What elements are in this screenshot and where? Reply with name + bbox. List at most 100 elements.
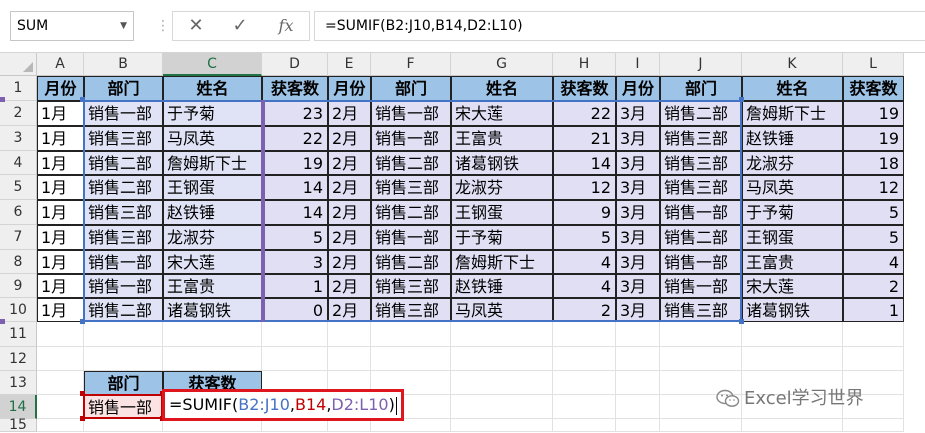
cell-l12[interactable] xyxy=(843,347,904,371)
row-header-15[interactable]: 15 xyxy=(0,418,37,432)
cell-h8[interactable]: 4 xyxy=(553,250,616,274)
cell-i2[interactable]: 3月 xyxy=(616,101,660,126)
cell-h1[interactable]: 获客数 xyxy=(553,76,616,101)
cell-g4[interactable]: 诸葛钢铁 xyxy=(451,151,553,175)
column-header-f[interactable]: F xyxy=(371,53,451,76)
column-header-j[interactable]: J xyxy=(660,53,742,76)
cell-i6[interactable]: 3月 xyxy=(616,200,660,225)
cell-c9[interactable]: 王富贵 xyxy=(163,274,262,298)
cell-c8[interactable]: 宋大莲 xyxy=(163,250,262,274)
cell-g10[interactable]: 马凤英 xyxy=(451,298,553,322)
cell-f7[interactable]: 销售一部 xyxy=(371,225,451,250)
cell-e8[interactable]: 2月 xyxy=(328,250,371,274)
cell-c11[interactable] xyxy=(163,322,262,347)
cell-j5[interactable]: 销售三部 xyxy=(660,175,742,200)
cell-k9[interactable]: 宋大莲 xyxy=(742,274,843,298)
cell-e11[interactable] xyxy=(328,322,371,347)
chevron-down-icon[interactable]: ▼ xyxy=(120,12,127,40)
cell-e9[interactable]: 2月 xyxy=(328,274,371,298)
cell-e7[interactable]: 2月 xyxy=(328,225,371,250)
cell-c7[interactable]: 龙淑芬 xyxy=(163,225,262,250)
cell-a6[interactable]: 1月 xyxy=(37,200,84,225)
cell-l8[interactable]: 4 xyxy=(843,250,904,274)
row-header-11[interactable]: 11 xyxy=(0,322,37,347)
cell-i13[interactable] xyxy=(616,371,660,395)
cell-b12[interactable] xyxy=(84,347,163,371)
cell-e12[interactable] xyxy=(328,347,371,371)
cell-i7[interactable]: 3月 xyxy=(616,225,660,250)
row-header-7[interactable]: 7 xyxy=(0,225,37,250)
cell-k7[interactable]: 王钢蛋 xyxy=(742,225,843,250)
cell-g13[interactable] xyxy=(451,371,553,395)
cell-c12[interactable] xyxy=(163,347,262,371)
row-header-6[interactable]: 6 xyxy=(0,200,37,225)
insert-function-icon[interactable]: fx xyxy=(271,14,301,38)
cell-e10[interactable]: 2月 xyxy=(328,298,371,322)
cell-e1[interactable]: 月份 xyxy=(328,76,371,101)
cancel-icon[interactable]: ✕ xyxy=(181,14,211,38)
cell-a10[interactable]: 1月 xyxy=(37,298,84,322)
cell-a7[interactable]: 1月 xyxy=(37,225,84,250)
cell-d6[interactable]: 14 xyxy=(262,200,328,225)
cell-j8[interactable]: 销售一部 xyxy=(660,250,742,274)
cell-a8[interactable]: 1月 xyxy=(37,250,84,274)
row-header-3[interactable]: 3 xyxy=(0,126,37,151)
row-header-9[interactable]: 9 xyxy=(0,274,37,298)
cell-e3[interactable]: 2月 xyxy=(328,126,371,151)
cell-i5[interactable]: 3月 xyxy=(616,175,660,200)
cell-i3[interactable]: 3月 xyxy=(616,126,660,151)
cell-g15[interactable] xyxy=(451,419,553,432)
cell-b6[interactable]: 销售三部 xyxy=(84,200,163,225)
cell-h10[interactable]: 2 xyxy=(553,298,616,322)
row-header-13[interactable]: 13 xyxy=(0,371,37,395)
column-header-h[interactable]: H xyxy=(553,53,616,76)
cell-l9[interactable]: 2 xyxy=(843,274,904,298)
cell-b13[interactable]: 部门 xyxy=(84,371,163,395)
cell-b5[interactable]: 销售二部 xyxy=(84,175,163,200)
cell-e4[interactable]: 2月 xyxy=(328,151,371,175)
cell-a2[interactable]: 1月 xyxy=(37,101,84,126)
cell-c5[interactable]: 王钢蛋 xyxy=(163,175,262,200)
cell-j3[interactable]: 销售三部 xyxy=(660,126,742,151)
cell-k4[interactable]: 龙淑芬 xyxy=(742,151,843,175)
cell-h6[interactable]: 9 xyxy=(553,200,616,225)
cell-a3[interactable]: 1月 xyxy=(37,126,84,151)
cell-h13[interactable] xyxy=(553,371,616,395)
cell-b3[interactable]: 销售三部 xyxy=(84,126,163,151)
cell-i14[interactable] xyxy=(616,395,660,419)
cell-f6[interactable]: 销售二部 xyxy=(371,200,451,225)
cell-g2[interactable]: 宋大莲 xyxy=(451,101,553,126)
range-handle[interactable] xyxy=(80,391,85,396)
cell-k15[interactable] xyxy=(742,419,843,432)
cell-h4[interactable]: 14 xyxy=(553,151,616,175)
cell-d5[interactable]: 14 xyxy=(262,175,328,200)
row-header-1[interactable]: 1 xyxy=(0,76,37,101)
cell-b1[interactable]: 部门 xyxy=(84,76,163,101)
cell-a1[interactable]: 月份 xyxy=(37,76,84,101)
cell-d10[interactable]: 0 xyxy=(262,298,328,322)
cell-k3[interactable]: 赵铁锤 xyxy=(742,126,843,151)
column-header-l[interactable]: L xyxy=(843,53,904,76)
cell-c1[interactable]: 姓名 xyxy=(163,76,262,101)
cell-b10[interactable]: 销售二部 xyxy=(84,298,163,322)
cell-j2[interactable]: 销售二部 xyxy=(660,101,742,126)
cell-b8[interactable]: 销售一部 xyxy=(84,250,163,274)
cell-l1[interactable]: 获客数 xyxy=(843,76,904,101)
cell-j9[interactable]: 销售一部 xyxy=(660,274,742,298)
cell-a5[interactable]: 1月 xyxy=(37,175,84,200)
cell-k1[interactable]: 姓名 xyxy=(742,76,843,101)
column-header-d[interactable]: D xyxy=(262,53,328,76)
cell-a15[interactable] xyxy=(37,419,84,432)
cell-l4[interactable]: 18 xyxy=(843,151,904,175)
cell-l11[interactable] xyxy=(843,322,904,347)
cell-f5[interactable]: 销售三部 xyxy=(371,175,451,200)
select-all-corner[interactable] xyxy=(0,53,37,76)
cell-h12[interactable] xyxy=(553,347,616,371)
cell-i8[interactable]: 3月 xyxy=(616,250,660,274)
cell-h11[interactable] xyxy=(553,322,616,347)
row-header-10[interactable]: 10 xyxy=(0,298,37,322)
formula-edit-cell[interactable]: =SUMIF(B2:J10,B14,D2:L10) xyxy=(162,389,404,421)
cell-d7[interactable]: 5 xyxy=(262,225,328,250)
cell-j6[interactable]: 销售一部 xyxy=(660,200,742,225)
cell-l3[interactable]: 19 xyxy=(843,126,904,151)
